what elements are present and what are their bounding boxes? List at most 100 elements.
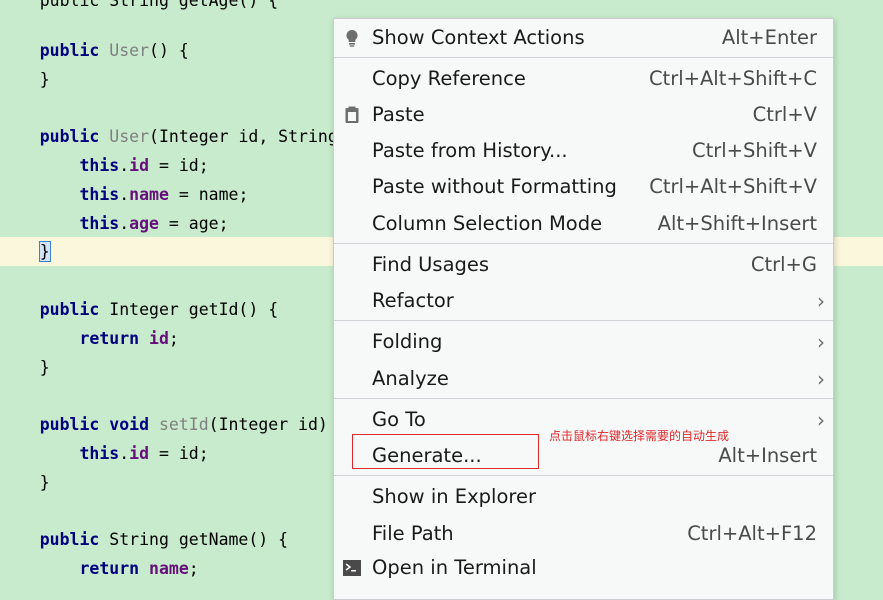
keyword-token: this — [79, 444, 120, 463]
menu-item-shortcut: Ctrl+Alt+Shift+V — [649, 175, 817, 198]
menu-item-shortcut: Alt+Enter — [721, 26, 817, 49]
code-token: ; — [168, 329, 179, 348]
keyword-token: this — [79, 214, 120, 233]
menu-item-refactor[interactable]: Refactor › — [334, 283, 833, 319]
code-token: . — [119, 156, 130, 175]
menu-item-label: Refactor — [372, 289, 454, 312]
menu-item-find-usages[interactable]: Find Usages Ctrl+G — [334, 247, 833, 283]
menu-item-shortcut: Ctrl+Alt+Shift+C — [648, 67, 817, 90]
keyword-token: return — [79, 329, 140, 348]
menu-item-analyze[interactable]: Analyze › — [334, 361, 833, 397]
unused-token: User — [109, 41, 150, 60]
code-token: = name; — [168, 185, 249, 204]
code-token: . — [119, 185, 130, 204]
chevron-right-icon: › — [817, 367, 825, 391]
menu-separator — [334, 475, 833, 476]
lightbulb-icon — [342, 28, 362, 48]
code-line[interactable]: public String getAge() { — [0, 0, 883, 15]
unused-token: setId — [158, 415, 209, 434]
menu-item-label: Folding — [372, 330, 443, 353]
menu-item-paste-without-formatting[interactable]: Paste without Formatting Ctrl+Alt+Shift+V — [334, 169, 833, 205]
menu-item-file-path[interactable]: File Path Ctrl+Alt+F12 — [334, 516, 833, 552]
menu-item-shortcut: Alt+Insert — [718, 444, 817, 467]
menu-item-shortcut: Alt+Shift+Insert — [657, 212, 817, 235]
menu-item-label: Open in Terminal — [372, 556, 537, 579]
field-token: id — [129, 156, 150, 175]
menu-item-show-in-explorer[interactable]: Show in Explorer — [334, 479, 833, 515]
menu-item-paste-from-history[interactable]: Paste from History... Ctrl+Shift+V — [334, 133, 833, 169]
code-token: } — [0, 70, 50, 89]
clipboard-icon — [342, 105, 362, 125]
code-token: String getName() { — [99, 530, 289, 549]
menu-item-label: File Path — [372, 522, 454, 545]
chevron-right-icon: › — [817, 408, 825, 432]
menu-item-label: Copy Reference — [372, 67, 526, 90]
code-token: Integer getId() { — [99, 300, 279, 319]
menu-item-label: Show in Explorer — [372, 485, 536, 508]
keyword-token: public — [39, 415, 100, 434]
menu-item-copy-reference[interactable]: Copy Reference Ctrl+Alt+Shift+C — [334, 61, 833, 97]
code-token: public String getAge() { — [0, 0, 279, 10]
field-token: id — [149, 329, 169, 348]
menu-item-shortcut: Ctrl+V — [752, 103, 817, 126]
menu-item-label: Analyze — [372, 367, 449, 390]
menu-separator — [334, 57, 833, 58]
chevron-right-icon: › — [817, 330, 825, 354]
code-token: . — [119, 214, 130, 233]
generate-highlight-box — [352, 434, 539, 469]
code-token: = id; — [149, 444, 209, 463]
chevron-right-icon: › — [817, 289, 825, 313]
code-token: . — [119, 444, 130, 463]
keyword-token: void — [109, 415, 150, 434]
context-menu: Show Context Actions Alt+Enter Copy Refere… — [333, 18, 834, 600]
keyword-token: public — [39, 41, 100, 60]
annotation-text: 点击鼠标右键选择需要的自动生成 — [549, 429, 730, 443]
keyword-token: this — [79, 185, 120, 204]
menu-item-open-in-terminal[interactable]: Open in Terminal — [334, 550, 833, 586]
menu-item-label: Go To — [372, 408, 426, 431]
menu-item-label: Paste from History... — [372, 139, 568, 162]
menu-item-label: Find Usages — [372, 253, 490, 276]
menu-separator — [334, 320, 833, 321]
keyword-token: this — [79, 156, 120, 175]
code-token: = age; — [158, 214, 229, 233]
keyword-token: public — [39, 530, 100, 549]
menu-item-shortcut: Ctrl+Alt+F12 — [687, 522, 817, 545]
terminal-icon — [342, 558, 362, 578]
keyword-token: public — [39, 300, 100, 319]
keyword-token: public — [39, 127, 100, 146]
menu-item-label: Paste without Formatting — [372, 175, 617, 198]
code-token: (Integer id) { — [208, 415, 348, 434]
matched-brace: } — [38, 241, 51, 262]
code-token: } — [0, 473, 50, 492]
menu-item-column-selection-mode[interactable]: Column Selection Mode Alt+Shift+Insert — [334, 206, 833, 242]
menu-separator — [334, 243, 833, 244]
field-token: name — [149, 559, 189, 578]
code-token: ; — [188, 559, 199, 578]
menu-item-label: Show Context Actions — [372, 26, 585, 49]
menu-item-folding[interactable]: Folding › — [334, 324, 833, 360]
unused-token: User — [109, 127, 150, 146]
menu-item-label: Column Selection Mode — [372, 212, 603, 235]
menu-item-paste[interactable]: Paste Ctrl+V — [334, 97, 833, 133]
menu-item-show-context-actions[interactable]: Show Context Actions Alt+Enter — [334, 20, 833, 56]
menu-item-label: Paste — [372, 103, 425, 126]
field-token: id — [129, 444, 150, 463]
code-token: } — [0, 358, 50, 377]
menu-item-shortcut: Ctrl+G — [750, 253, 817, 276]
code-token: = id; — [149, 156, 209, 175]
field-token: age — [129, 214, 159, 233]
keyword-token: return — [79, 559, 140, 578]
